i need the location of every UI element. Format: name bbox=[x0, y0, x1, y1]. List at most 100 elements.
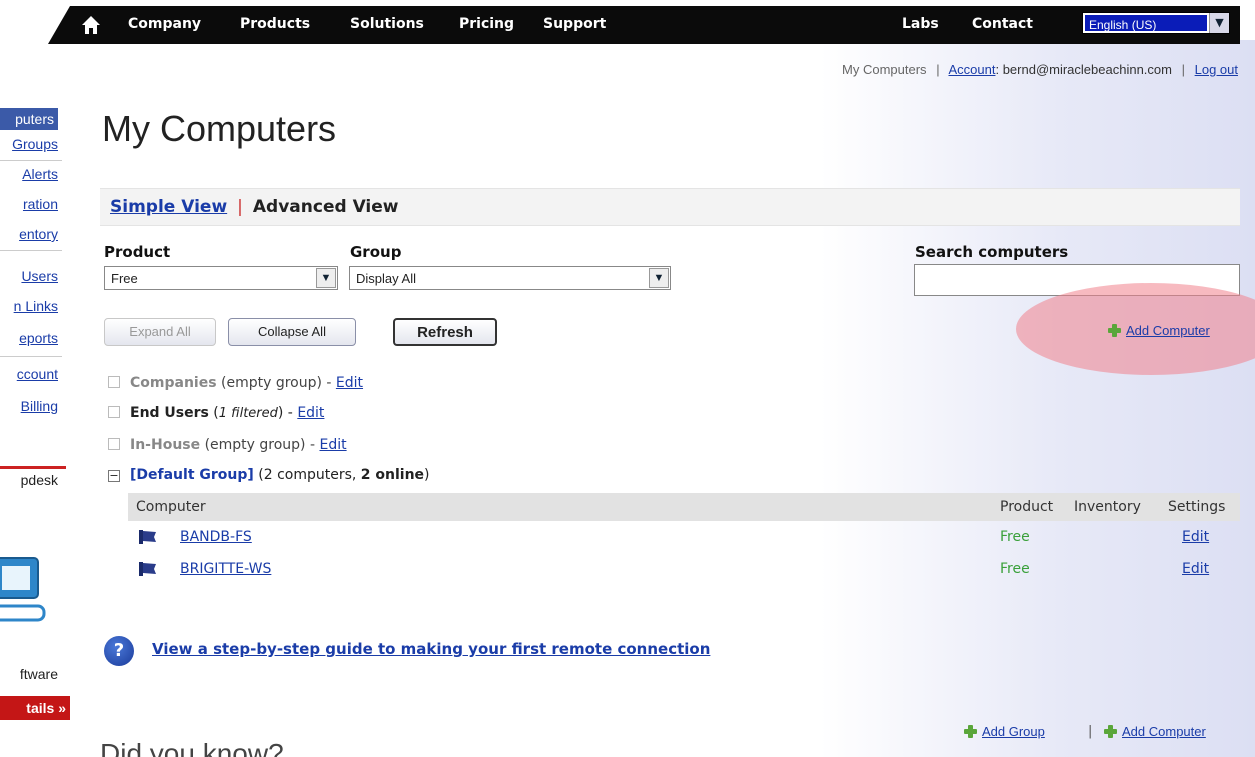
group-name: End Users bbox=[130, 405, 209, 421]
nav-contact[interactable]: Contact bbox=[972, 16, 1033, 32]
computer-link[interactable]: BRIGITTE-WS bbox=[180, 561, 271, 577]
product-select[interactable]: Free ▼ bbox=[104, 266, 338, 290]
plus-icon bbox=[1104, 725, 1117, 738]
product-select-value: Free bbox=[111, 271, 138, 286]
default-group-close: ) bbox=[424, 467, 430, 483]
sidebar-divider bbox=[0, 250, 62, 251]
separator: | bbox=[1181, 62, 1185, 77]
account-link[interactable]: Account bbox=[948, 62, 995, 77]
search-label: Search computers bbox=[915, 243, 1069, 261]
add-group-text: Add Group bbox=[982, 724, 1045, 739]
expand-all-button[interactable]: Expand All bbox=[104, 318, 216, 346]
sidebar-divider bbox=[0, 160, 62, 161]
sidebar-item-reports[interactable]: eports bbox=[0, 330, 58, 346]
tab-advanced-view[interactable]: Advanced View bbox=[253, 197, 399, 217]
nav-products[interactable]: Products bbox=[240, 16, 310, 32]
sidebar-item-groups[interactable]: Groups bbox=[0, 136, 58, 152]
group-row-default: − [Default Group] (2 computers, 2 online) bbox=[108, 467, 430, 483]
group-select[interactable]: Display All ▼ bbox=[349, 266, 671, 290]
separator: | bbox=[1088, 724, 1093, 739]
guide-link[interactable]: View a step-by-step guide to making your… bbox=[152, 640, 710, 658]
add-computer-text: Add Computer bbox=[1126, 323, 1210, 338]
language-select[interactable]: English (US) ▼ bbox=[1082, 12, 1230, 34]
sidebar-item-account[interactable]: ccount bbox=[0, 366, 58, 382]
group-checkbox[interactable] bbox=[108, 406, 120, 418]
group-checkbox[interactable] bbox=[108, 438, 120, 450]
sidebar-item-users[interactable]: Users bbox=[0, 268, 58, 284]
table-header: Computer Product Inventory Settings bbox=[128, 493, 1240, 521]
nav-labs[interactable]: Labs bbox=[902, 16, 939, 32]
plus-icon bbox=[1108, 324, 1121, 337]
group-row-companies: Companies (empty group) - Edit bbox=[108, 375, 363, 391]
top-navigation-bar: Company Products Solutions Pricing Suppo… bbox=[48, 6, 1240, 44]
details-button[interactable]: tails » bbox=[0, 696, 70, 720]
column-header-computer: Computer bbox=[136, 499, 206, 515]
nav-company[interactable]: Company bbox=[128, 16, 201, 32]
add-computer-link-bottom[interactable]: Add Computer bbox=[1104, 724, 1206, 739]
collapse-all-button[interactable]: Collapse All bbox=[228, 318, 356, 346]
separator: | bbox=[237, 197, 243, 217]
chevron-down-icon[interactable]: ▼ bbox=[1209, 13, 1229, 33]
nav-solutions[interactable]: Solutions bbox=[350, 16, 424, 32]
group-edit-link[interactable]: Edit bbox=[336, 375, 363, 391]
logout-link[interactable]: Log out bbox=[1195, 62, 1238, 77]
group-note-post: ) - bbox=[277, 405, 298, 421]
refresh-button[interactable]: Refresh bbox=[393, 318, 497, 346]
group-edit-link[interactable]: Edit bbox=[297, 405, 324, 421]
group-select-value: Display All bbox=[356, 271, 416, 286]
my-computers-text: My Computers bbox=[842, 62, 927, 77]
sidebar-item-alerts[interactable]: Alerts bbox=[0, 166, 58, 182]
add-computer-link-top[interactable]: Add Computer bbox=[1108, 323, 1210, 338]
sidebar-red-divider bbox=[0, 466, 66, 469]
computer-edit-link[interactable]: Edit bbox=[1182, 529, 1209, 545]
column-header-inventory: Inventory bbox=[1074, 499, 1141, 515]
help-question-icon: ? bbox=[104, 636, 134, 666]
account-email: : bernd@miraclebeachinn.com bbox=[995, 62, 1172, 77]
nav-support[interactable]: Support bbox=[543, 16, 606, 32]
product-label: Product bbox=[104, 243, 171, 261]
helpdesk-icon bbox=[0, 557, 46, 622]
add-group-link[interactable]: Add Group bbox=[964, 724, 1045, 739]
sidebar-helpdesk: pdesk bbox=[20, 472, 58, 488]
computer-product: Free bbox=[1000, 529, 1030, 545]
sidebar-item-links[interactable]: n Links bbox=[0, 298, 58, 314]
sidebar-item-computers[interactable]: puters bbox=[0, 108, 58, 130]
language-value: English (US) bbox=[1085, 15, 1207, 32]
group-edit-link[interactable]: Edit bbox=[319, 437, 346, 453]
chevron-down-icon[interactable]: ▼ bbox=[649, 268, 669, 288]
add-computer-text: Add Computer bbox=[1122, 724, 1206, 739]
group-label: Group bbox=[350, 243, 402, 261]
account-bar: My Computers | Account: bernd@miraclebea… bbox=[842, 62, 1238, 77]
sidebar-item-inventory[interactable]: entory bbox=[0, 226, 58, 242]
computer-edit-link[interactable]: Edit bbox=[1182, 561, 1209, 577]
sidebar-item-billing[interactable]: Billing bbox=[0, 398, 58, 414]
plus-icon bbox=[964, 725, 977, 738]
computer-link[interactable]: BANDB-FS bbox=[180, 529, 252, 545]
computers-table: Computer Product Inventory Settings BAND… bbox=[128, 493, 1240, 585]
default-group-name[interactable]: [Default Group] bbox=[130, 467, 254, 483]
group-row-end-users: End Users (1 filtered) - Edit bbox=[108, 405, 324, 421]
did-you-know-heading: Did you know? bbox=[100, 738, 284, 757]
column-header-product: Product bbox=[1000, 499, 1054, 515]
computer-online-icon bbox=[139, 530, 156, 544]
group-row-in-house: In-House (empty group) - Edit bbox=[108, 437, 347, 453]
group-name: In-House bbox=[130, 437, 201, 453]
separator: | bbox=[936, 62, 940, 77]
column-header-settings: Settings bbox=[1168, 499, 1226, 515]
chevron-down-icon[interactable]: ▼ bbox=[316, 268, 336, 288]
nav-pricing[interactable]: Pricing bbox=[459, 16, 514, 32]
home-icon[interactable] bbox=[80, 14, 102, 36]
table-row: BRIGITTE-WS Free Edit bbox=[128, 553, 1240, 585]
group-note-filtered: 1 filtered bbox=[218, 406, 278, 421]
table-row: BANDB-FS Free Edit bbox=[128, 521, 1240, 553]
group-note-pre: ( bbox=[208, 405, 219, 421]
sidebar-software: ftware bbox=[19, 666, 58, 682]
computer-product: Free bbox=[1000, 561, 1030, 577]
tab-simple-view[interactable]: Simple View bbox=[110, 197, 227, 217]
sidebar-item-configuration[interactable]: ration bbox=[0, 196, 58, 212]
collapse-icon[interactable]: − bbox=[108, 470, 120, 482]
sidebar-divider bbox=[0, 356, 62, 357]
group-checkbox[interactable] bbox=[108, 376, 120, 388]
default-group-count: (2 computers, bbox=[253, 467, 361, 483]
group-note: (empty group) - bbox=[216, 375, 336, 391]
